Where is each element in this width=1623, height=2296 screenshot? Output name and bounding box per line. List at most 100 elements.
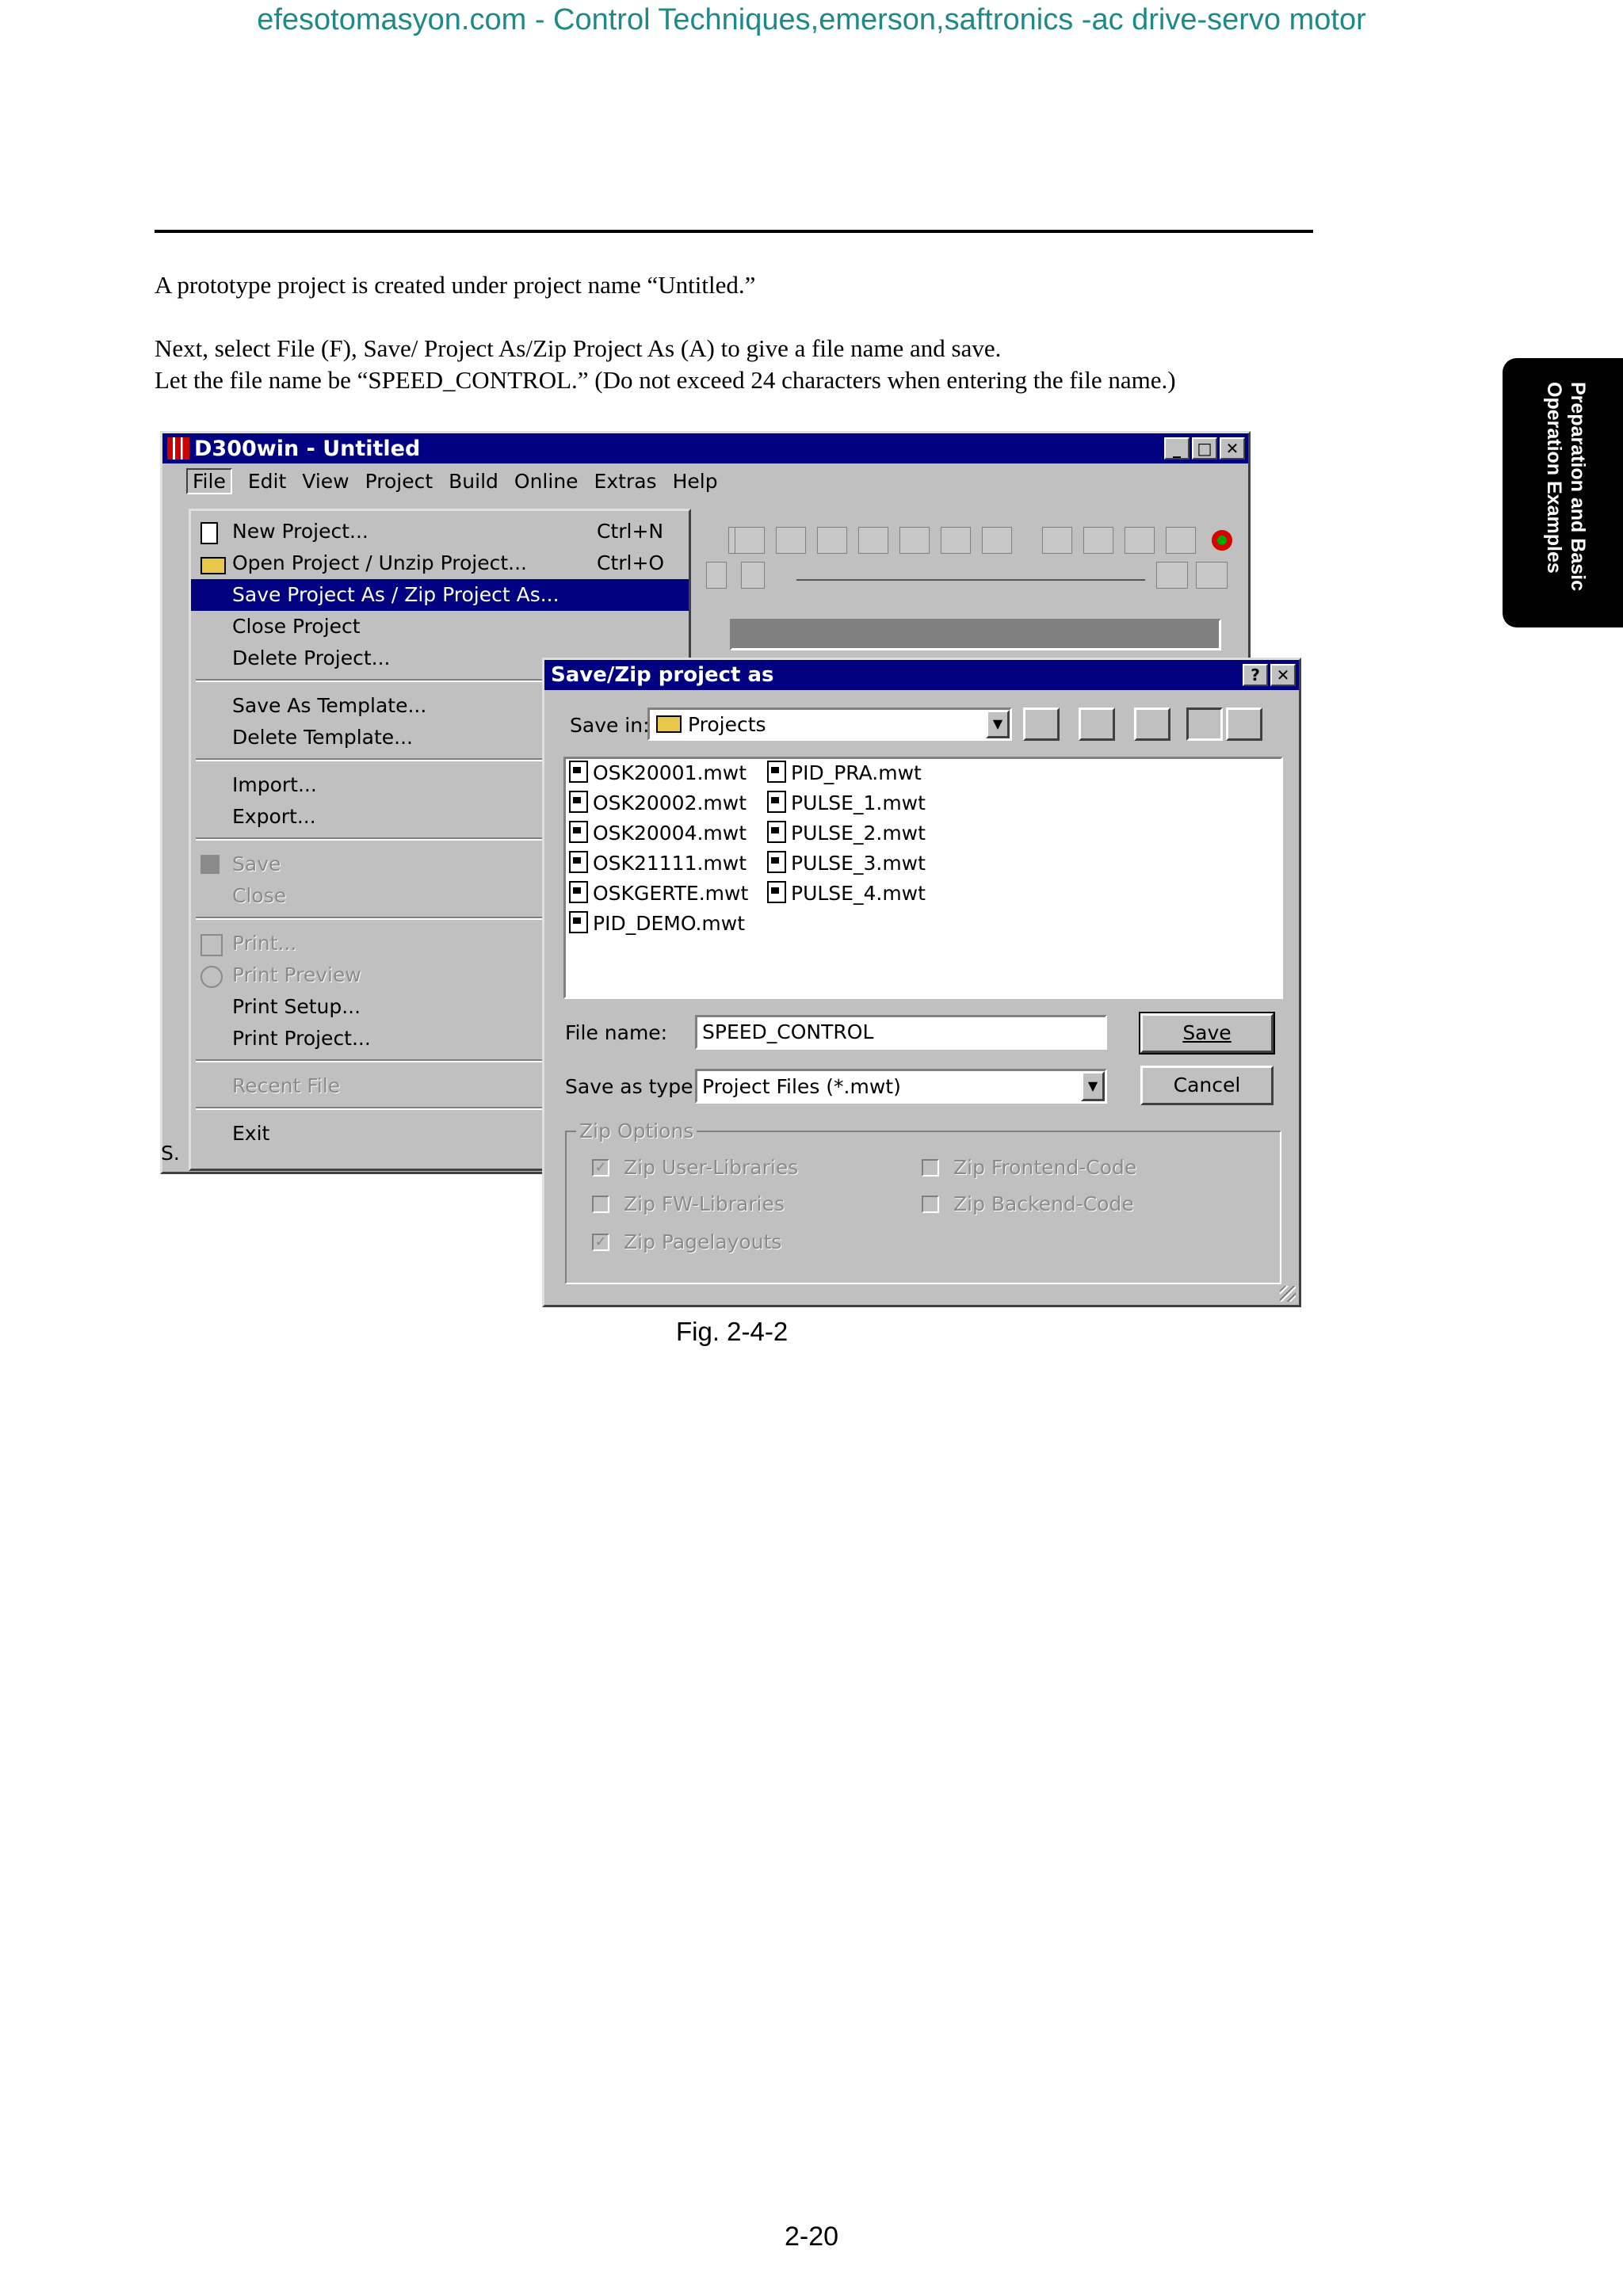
menu-file[interactable]: File	[186, 467, 232, 494]
menu-edit[interactable]: Edit	[248, 470, 286, 493]
list-view-icon[interactable]	[1186, 707, 1223, 741]
paragraph-3: Let the file name be “SPEED_CONTROL.” (D…	[155, 366, 1176, 394]
project-file-icon	[569, 911, 588, 933]
file-item[interactable]: OSK21111.mwt	[569, 849, 747, 878]
chevron-down-icon[interactable]: ▼	[1081, 1071, 1105, 1101]
app-titlebar: D300win - Untitled _ □ ✕	[162, 433, 1248, 463]
project-file-icon	[569, 851, 588, 873]
zip-pagelayouts-checkbox: ✓	[592, 1234, 609, 1251]
window-icon[interactable]	[735, 527, 765, 554]
side-tab-line-2: Operation Examples	[1543, 382, 1565, 574]
help-button[interactable]: ?	[1243, 664, 1268, 686]
print-preview-icon	[200, 966, 223, 988]
globe-icon[interactable]	[858, 527, 888, 554]
copy-icon[interactable]	[982, 527, 1012, 554]
eye-icon[interactable]	[899, 527, 930, 554]
workspace-panel	[730, 619, 1221, 650]
file-item[interactable]: PULSE_1.mwt	[767, 789, 926, 818]
zip-backend-code-checkbox	[922, 1196, 939, 1213]
up-folder-icon[interactable]	[1023, 707, 1060, 741]
dialog-close-button[interactable]: ✕	[1270, 664, 1296, 686]
save-in-value: Projects	[688, 712, 766, 736]
dialog-title: Save/Zip project as	[551, 663, 774, 687]
file-name-label: File name:	[565, 1021, 668, 1044]
maximize-button[interactable]: □	[1192, 437, 1217, 460]
save-in-select[interactable]: Projects ▼	[647, 707, 1012, 741]
side-tab-line-1: Preparation and Basic	[1567, 382, 1589, 591]
save-button[interactable]: Save	[1139, 1012, 1275, 1055]
download-icon[interactable]	[1166, 527, 1196, 554]
status-bar-text: S.	[161, 1142, 180, 1165]
close-button[interactable]: ✕	[1220, 437, 1245, 460]
chart-window-icon[interactable]	[941, 527, 971, 554]
project-file-icon	[569, 821, 588, 843]
cancel-button[interactable]: Cancel	[1140, 1066, 1274, 1105]
file-item[interactable]: PULSE_2.mwt	[767, 819, 926, 848]
ladder-toolbar-icon[interactable]	[796, 579, 1145, 581]
menu-extras[interactable]: Extras	[594, 470, 657, 493]
save-type-label: Save as type:	[565, 1075, 700, 1098]
menu-help[interactable]: Help	[673, 470, 718, 493]
minimize-button[interactable]: _	[1164, 437, 1190, 460]
zip-user-libraries-label: Zip User-Libraries	[624, 1156, 799, 1179]
debug-icon[interactable]	[1209, 527, 1239, 554]
coil-icon[interactable]	[1196, 562, 1228, 589]
app-title: D300win - Untitled	[194, 436, 421, 461]
paragraph-1: A prototype project is created under pro…	[155, 271, 756, 299]
file-item[interactable]: PULSE_3.mwt	[767, 849, 926, 878]
resize-grip-icon[interactable]	[1280, 1286, 1296, 1302]
zip-frontend-code-checkbox	[922, 1159, 939, 1177]
project-file-icon	[569, 881, 588, 903]
project-file-icon	[569, 791, 588, 813]
file-name-input[interactable]: SPEED_CONTROL	[695, 1015, 1107, 1050]
menu-item-open-project[interactable]: Open Project / Unzip Project... Ctrl+O	[191, 547, 689, 579]
file-item[interactable]: PID_DEMO.mwt	[569, 910, 745, 938]
new-page-icon	[200, 522, 218, 544]
zip-fw-libraries-label: Zip FW-Libraries	[624, 1192, 785, 1215]
zip-pagelayouts-label: Zip Pagelayouts	[624, 1230, 782, 1253]
menu-item-close-project[interactable]: Close Project	[191, 611, 689, 643]
project-file-icon	[767, 881, 786, 903]
menubar: File Edit View Project Build Online Extr…	[162, 463, 1248, 498]
page-number: 2-20	[784, 2222, 839, 2252]
menu-item-save-project-as[interactable]: Save Project As / Zip Project As...	[191, 579, 689, 611]
block-icon[interactable]	[741, 562, 765, 589]
panel-icon[interactable]	[776, 527, 806, 554]
save-type-select[interactable]: Project Files (*.mwt) ▼	[695, 1069, 1107, 1104]
figure-caption: Fig. 2-4-2	[676, 1317, 789, 1346]
menu-view[interactable]: View	[302, 470, 349, 493]
details-view-icon[interactable]	[1226, 707, 1262, 741]
zip-fw-libraries-checkbox	[592, 1196, 609, 1213]
file-list: OSK20001.mwt OSK20002.mwt OSK20004.mwt O…	[563, 757, 1283, 999]
chevron-down-icon[interactable]: ▼	[986, 710, 1010, 738]
chapter-side-tab: Preparation and Basic Operation Examples	[1503, 358, 1623, 627]
file-item[interactable]: OSK20001.mwt	[569, 759, 747, 788]
menu-build[interactable]: Build	[449, 470, 498, 493]
wand-icon[interactable]	[817, 527, 847, 554]
file-item[interactable]: OSK20002.mwt	[569, 789, 747, 818]
header-link[interactable]: efesotomasyon.com - Control Techniques,e…	[0, 3, 1623, 37]
project-file-icon	[767, 791, 786, 813]
menu-online[interactable]: Online	[514, 470, 579, 493]
file-item[interactable]: OSKGERTE.mwt	[569, 879, 748, 908]
ladder-icon[interactable]	[706, 562, 727, 589]
save-type-value: Project Files (*.mwt)	[702, 1074, 901, 1098]
menu-project[interactable]: Project	[365, 470, 433, 493]
save-zip-dialog: Save/Zip project as ? ✕ Save in: Project…	[542, 658, 1301, 1307]
file-item[interactable]: OSK20004.mwt	[569, 819, 747, 848]
menu-item-new-project[interactable]: New Project... Ctrl+N	[191, 516, 689, 547]
desktop-icon[interactable]	[1079, 707, 1115, 741]
project-file-icon	[569, 761, 588, 783]
file-item[interactable]: PID_PRA.mwt	[767, 759, 922, 788]
new-folder-icon[interactable]	[1134, 707, 1170, 741]
grid-icon[interactable]	[1125, 527, 1155, 554]
contact-icon[interactable]	[1156, 562, 1188, 589]
section-divider	[155, 230, 1313, 233]
save-in-label: Save in:	[570, 714, 650, 737]
compile-icon[interactable]	[1042, 527, 1072, 554]
build-icon[interactable]	[1083, 527, 1113, 554]
zip-options-label: Zip Options	[576, 1119, 697, 1142]
open-folder-icon	[200, 557, 226, 574]
dialog-titlebar: Save/Zip project as ? ✕	[544, 660, 1299, 690]
file-item[interactable]: PULSE_4.mwt	[767, 879, 926, 908]
